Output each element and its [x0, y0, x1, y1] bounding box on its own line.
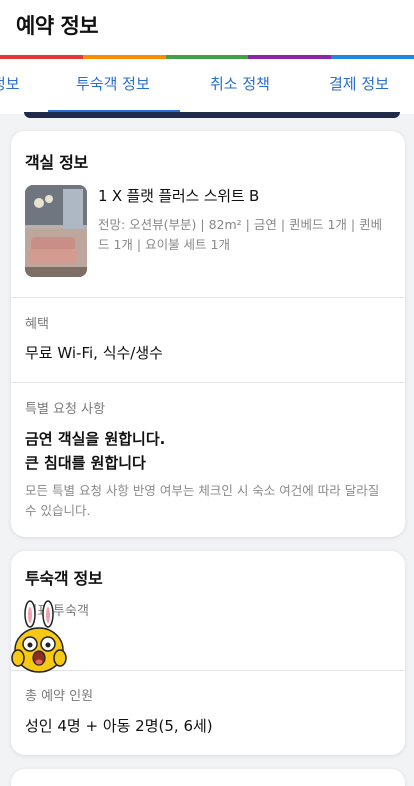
room-info-card: 객실 정보 1 X 플랫 플러스 스위트 B 전망: 오션뷰(부분) | 82m… [11, 131, 405, 537]
header: 예약 정보 [0, 0, 414, 56]
next-card [11, 769, 405, 786]
tab-guest-info[interactable]: 투숙객 정보 [76, 73, 150, 94]
benefits-value: 무료 Wi-Fi, 식수/생수 [25, 344, 163, 362]
tab-payment-info[interactable]: 결제 정보 [329, 73, 389, 94]
divider [11, 670, 405, 671]
tab-reservation-info[interactable]: 정보 [0, 73, 20, 94]
total-guests-value: 성인 4명 + 아동 2명(5, 6세) [25, 717, 213, 735]
section-edge [24, 112, 400, 118]
room-details: 전망: 오션뷰(부분) | 82m² | 금연 | 퀸베드 1개 | 퀸베드 1… [98, 217, 383, 252]
total-guests-label: 총 예약 인원 [25, 689, 94, 704]
guest-info-card: 투숙객 정보 대표 투숙객 총 예약 인원 성인 4명 + 아동 2명(5, 6… [11, 551, 405, 755]
page-title: 예약 정보 [16, 14, 99, 38]
special-request-note: 모든 특별 요청 사항 반영 여부는 체크인 시 숙소 여건에 따라 달라질 수… [25, 483, 380, 518]
tab-bar: 정보 투숙객 정보 취소 정책 결제 정보 [0, 59, 414, 114]
special-request-item: 금연 객실을 원합니다. [25, 430, 166, 448]
special-requests-label: 특별 요청 사항 [25, 402, 106, 417]
mascot-sticker-icon[interactable] [10, 600, 68, 680]
room-info-title: 객실 정보 [25, 153, 88, 172]
benefits-label: 혜택 [25, 317, 49, 332]
room-name: 1 X 플랫 플러스 스위트 B [98, 187, 260, 205]
tab-cancellation-policy[interactable]: 취소 정책 [210, 73, 270, 94]
guest-info-title: 투숙객 정보 [25, 569, 103, 588]
room-photo[interactable] [25, 185, 87, 277]
special-request-item: 큰 침대를 원합니다 [25, 454, 146, 472]
divider [11, 297, 405, 298]
divider [11, 382, 405, 383]
